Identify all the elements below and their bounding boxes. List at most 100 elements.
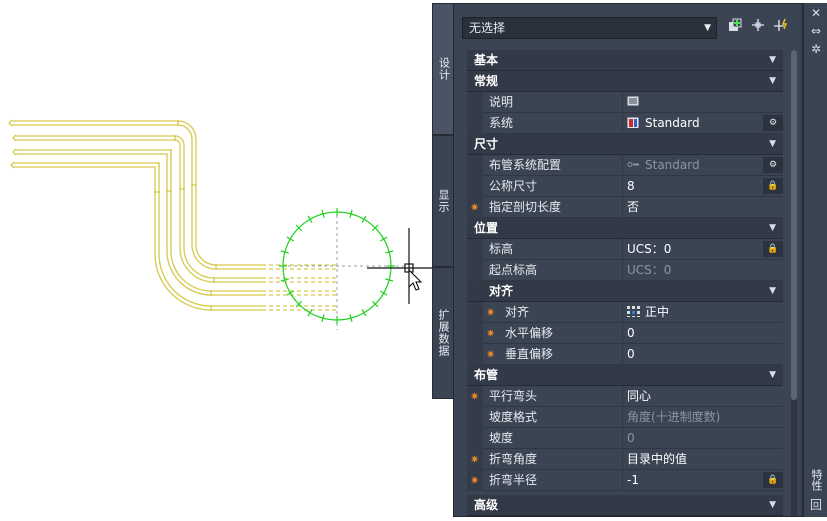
property-value[interactable]: 角度(十进制度数) — [622, 407, 783, 427]
palette-title-bar[interactable]: ✕ ⇔ ✲ 特性 回 — [803, 3, 827, 517]
property-name: 垂直偏移 — [505, 347, 554, 361]
property-row-elevation[interactable]: 标高 UCS：0 🔒 — [467, 239, 783, 260]
property-name: 坡度格式 — [489, 410, 538, 424]
settings-icon[interactable]: ✲ — [808, 41, 824, 57]
property-row-bend-angle[interactable]: ✷ 折弯角度 目录中的值 — [467, 449, 783, 470]
property-value-text: UCS：0 — [627, 242, 672, 256]
category-basic[interactable]: 基本 ▼ — [467, 50, 783, 71]
asterisk-icon: ✷ — [470, 474, 480, 487]
tab-extended-data[interactable]: 扩展数据 — [432, 267, 454, 399]
autohide-icon[interactable]: ⇔ — [808, 23, 824, 39]
lock-icon[interactable]: 🔒 — [763, 178, 783, 194]
tab-display[interactable]: 显示 — [432, 135, 454, 267]
category-justify-label: 对齐 — [489, 284, 514, 298]
row-gutter — [467, 92, 483, 113]
compass-tick — [307, 309, 313, 317]
property-grid: 基本 ▼ 常规 ▼ 说明 系统 Standard ⚙ 尺寸 ▼ 布管系统配置 S… — [467, 50, 783, 516]
drawing-canvas[interactable] — [0, 0, 432, 521]
property-value[interactable]: 否 — [622, 197, 783, 217]
property-row-parallel-elbow[interactable]: ✷ 平行弯头 同心 — [467, 386, 783, 407]
lock-icon[interactable]: 🔒 — [763, 241, 783, 257]
category-routing[interactable]: 布管 ▼ — [467, 365, 783, 386]
system-icon — [627, 117, 639, 128]
category-location[interactable]: 位置 ▼ — [467, 218, 783, 239]
property-row-cut-length[interactable]: ✷ 指定剖切长度 否 — [467, 197, 783, 218]
category-location-label: 位置 — [474, 221, 499, 235]
property-value[interactable]: Standard ⚙ — [622, 155, 783, 175]
chevron-down-icon: ▼ — [769, 223, 776, 233]
property-row-description[interactable]: 说明 — [467, 92, 783, 113]
parallel-pipes[interactable] — [8, 119, 262, 311]
property-row-part-config[interactable]: 布管系统配置 Standard ⚙ — [467, 155, 783, 176]
tab-design[interactable]: 设计 — [432, 3, 454, 135]
compass-tick — [286, 236, 294, 242]
property-scrollbar[interactable] — [791, 50, 797, 516]
compass-tick — [380, 236, 388, 242]
property-value[interactable]: 同心 — [622, 386, 783, 406]
property-value[interactable]: UCS：0 — [622, 260, 783, 280]
property-row-bend-radius[interactable]: ✷ 折弯半径 -1 🔒 — [467, 470, 783, 491]
property-value[interactable]: 0 — [622, 344, 783, 364]
property-name: 布管系统配置 — [489, 158, 562, 172]
property-value[interactable]: -1 🔒 — [622, 470, 783, 490]
pickadd-icon — [729, 18, 742, 31]
close-icon[interactable]: ✕ — [808, 5, 824, 21]
compass-tick — [361, 309, 367, 317]
asterisk-icon: ✷ — [486, 327, 496, 340]
quick-select-button[interactable] — [771, 18, 791, 38]
property-value[interactable]: 8 🔒 — [622, 176, 783, 196]
justify-grid-icon — [627, 306, 640, 317]
category-general[interactable]: 常规 ▼ — [467, 71, 783, 92]
mouse-pointer-icon — [408, 268, 423, 291]
property-row-nominal-size[interactable]: 公称尺寸 8 🔒 — [467, 176, 783, 197]
lock-icon[interactable]: 🔒 — [763, 472, 783, 488]
scrollbar-thumb[interactable] — [791, 50, 797, 400]
category-justify[interactable]: 对齐 ▼ — [467, 281, 783, 302]
chevron-down-icon: ▼ — [769, 500, 776, 510]
property-row-start-elevation[interactable]: 起点标高 UCS：0 — [467, 260, 783, 281]
property-value[interactable]: 0 — [622, 428, 783, 448]
row-gutter: ✷ — [467, 470, 483, 491]
property-value[interactable]: Standard ⚙ — [622, 113, 783, 133]
edit-style-icon[interactable]: ⚙ — [763, 115, 783, 131]
property-row-horizontal-offset[interactable]: ✷ 水平偏移 0 — [467, 323, 783, 344]
toggle-pickadd-button[interactable] — [725, 18, 745, 38]
tab-display-label: 显示 — [437, 189, 450, 213]
property-row-system[interactable]: 系统 Standard ⚙ — [467, 113, 783, 134]
property-value-text: 0 — [627, 431, 635, 445]
property-value[interactable] — [622, 92, 783, 112]
row-gutter — [467, 428, 483, 449]
palette-title: 特性 — [810, 469, 823, 491]
asterisk-icon: ✷ — [470, 201, 480, 214]
property-row-vertical-offset[interactable]: ✷ 垂直偏移 0 — [467, 344, 783, 365]
property-value[interactable]: 正中 — [622, 302, 783, 322]
selection-dropdown[interactable]: 无选择 ▼ — [462, 17, 717, 39]
chevron-down-icon: ▼ — [704, 23, 711, 33]
drawing-svg — [8, 119, 432, 330]
property-row-slope-format[interactable]: 坡度格式 角度(十进制度数) — [467, 407, 783, 428]
category-dimension[interactable]: 尺寸 ▼ — [467, 134, 783, 155]
edit-style-icon[interactable]: ⚙ — [763, 157, 783, 173]
row-gutter — [467, 239, 483, 260]
property-value-text: UCS：0 — [627, 263, 672, 277]
category-dimension-label: 尺寸 — [474, 137, 499, 151]
row-gutter — [467, 260, 483, 281]
category-routing-label: 布管 — [474, 368, 499, 382]
property-value[interactable]: 0 — [622, 323, 783, 343]
chevron-down-icon: ▼ — [769, 286, 776, 296]
property-name: 公称尺寸 — [489, 179, 538, 193]
property-row-slope[interactable]: 坡度 0 — [467, 428, 783, 449]
row-gutter: ✷ — [467, 386, 483, 407]
property-value[interactable]: 目录中的值 — [622, 449, 783, 469]
property-value[interactable]: UCS：0 🔒 — [622, 239, 783, 259]
palette-menu-icon[interactable]: 回 — [808, 497, 824, 513]
row-gutter: ✷ — [467, 197, 483, 218]
compass-tick — [380, 290, 388, 296]
asterisk-icon: ✷ — [470, 453, 480, 466]
category-advanced[interactable]: 高级 ▼ — [467, 495, 783, 516]
chevron-down-icon: ▼ — [769, 370, 776, 380]
property-name: 对齐 — [505, 305, 530, 319]
property-row-justify[interactable]: ✷ 对齐 正中 — [467, 302, 783, 323]
row-gutter — [467, 113, 483, 134]
select-objects-button[interactable] — [748, 18, 768, 38]
